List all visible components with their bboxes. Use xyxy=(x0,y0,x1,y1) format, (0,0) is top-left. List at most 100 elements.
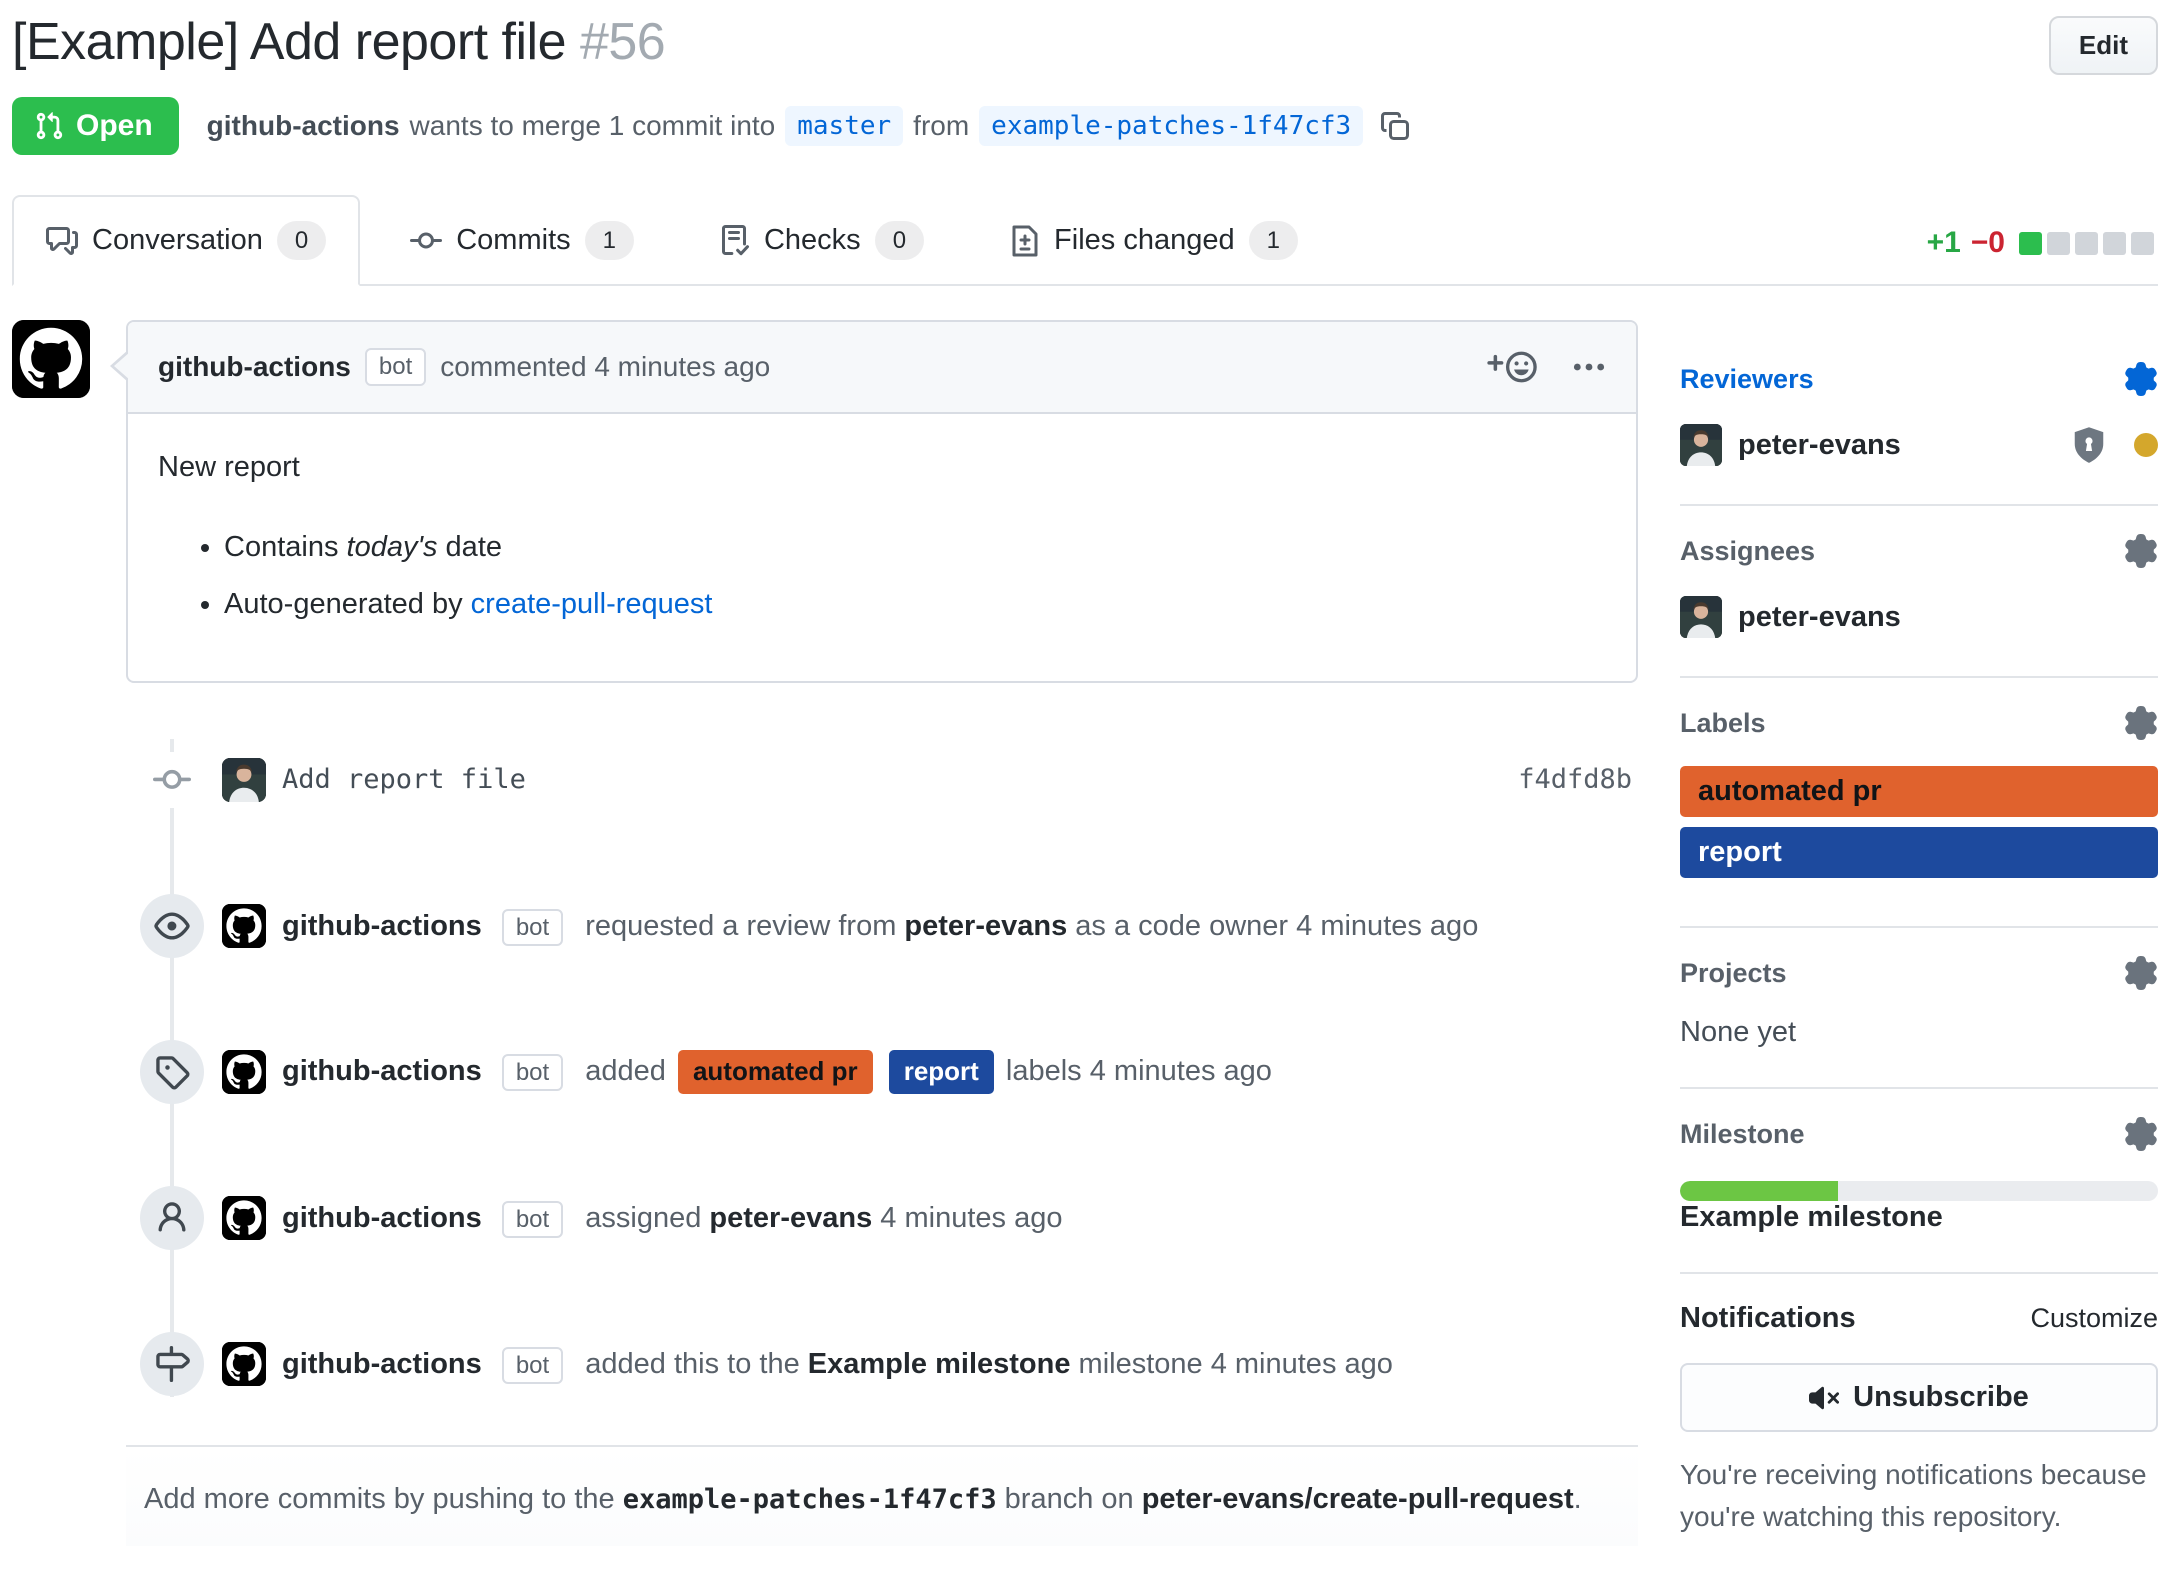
event-badge xyxy=(140,894,204,958)
diffstat-additions: +1 xyxy=(1927,226,1961,260)
avatar[interactable] xyxy=(222,1050,266,1094)
milestone-name[interactable]: Example milestone xyxy=(808,1348,1071,1380)
event-badge xyxy=(140,1332,204,1396)
add-reaction-button[interactable] xyxy=(1486,350,1538,384)
customize-link[interactable]: Customize xyxy=(2030,1303,2158,1334)
timeline-event-assigned: github-actions bot assigned peter-evans … xyxy=(12,1185,1638,1251)
pr-meta-row: Open github-actions wants to merge 1 com… xyxy=(12,97,2158,155)
avatar[interactable] xyxy=(222,904,266,948)
avatar[interactable] xyxy=(12,320,90,398)
copy-branch-button[interactable] xyxy=(1379,110,1411,142)
github-actions-avatar-icon xyxy=(12,320,90,398)
reviewer-name[interactable]: peter-evans xyxy=(1738,429,1901,462)
comment-bullets: Contains today's date Auto-generated by … xyxy=(158,526,1606,627)
event-badge xyxy=(140,1040,204,1104)
commit-row: Add report file f4dfd8b xyxy=(12,747,1638,813)
tab-conversation[interactable]: Conversation 0 xyxy=(12,195,360,286)
event-author[interactable]: github-actions xyxy=(282,1055,482,1087)
timeline-event-labels-added: github-actions bot added automated pr re… xyxy=(12,1039,1638,1105)
avatar[interactable] xyxy=(222,1342,266,1386)
main-area: github-actions bot commented 4 minutes a… xyxy=(12,320,2158,1576)
diffstat-deletions: −0 xyxy=(1971,226,2005,260)
checklist-icon xyxy=(718,225,750,257)
title-row: [Example] Add report file #56 Edit xyxy=(12,10,2158,75)
label-automated-pr[interactable]: automated pr xyxy=(1680,766,2158,817)
tab-checks[interactable]: Checks 0 xyxy=(684,195,958,286)
milestone-progress-bar xyxy=(1680,1181,2158,1201)
pull-request-page: [Example] Add report file #56 Edit Open … xyxy=(0,0,2172,1576)
bot-badge: bot xyxy=(365,348,426,386)
create-pull-request-link[interactable]: create-pull-request xyxy=(471,588,713,620)
base-branch-chip[interactable]: master xyxy=(785,106,903,146)
sidebar-section-notifications: Notifications Customize Unsubscribe You'… xyxy=(1680,1274,2158,1576)
commit-message-link[interactable]: Add report file xyxy=(282,764,1518,795)
notifications-note: You're receiving notifications because y… xyxy=(1680,1454,2158,1538)
edit-button[interactable]: Edit xyxy=(2049,16,2158,75)
pr-title-text: [Example] Add report file xyxy=(12,13,566,71)
tab-commits[interactable]: Commits 1 xyxy=(376,195,668,286)
sidebar: Reviewers peter-evans Assignees xyxy=(1680,320,2158,1576)
footer-repo-name[interactable]: peter-evans/create-pull-request xyxy=(1142,1483,1574,1515)
git-commit-icon xyxy=(410,225,442,257)
comment-header: github-actions bot commented 4 minutes a… xyxy=(128,322,1636,414)
avatar[interactable] xyxy=(1680,424,1722,466)
tab-counter: 1 xyxy=(1249,221,1298,260)
label-automated-pr[interactable]: automated pr xyxy=(678,1050,873,1094)
event-author[interactable]: github-actions xyxy=(282,1348,482,1380)
labels-heading-row[interactable]: Labels xyxy=(1680,706,2158,740)
label-report[interactable]: report xyxy=(889,1050,994,1094)
reviewers-heading: Reviewers xyxy=(1680,364,1814,395)
timeline: Add report file f4dfd8b github-actions b… xyxy=(12,747,1638,1397)
tab-counter: 1 xyxy=(585,221,634,260)
tab-counter: 0 xyxy=(875,221,924,260)
comment-options-button[interactable] xyxy=(1572,350,1606,384)
commit-sha-link[interactable]: f4dfd8b xyxy=(1518,764,1632,795)
event-author[interactable]: github-actions xyxy=(282,910,482,942)
label-report[interactable]: report xyxy=(1680,827,2158,878)
merge-author[interactable]: github-actions xyxy=(207,110,400,142)
tab-label: Commits xyxy=(456,224,570,257)
merge-description: github-actions wants to merge 1 commit i… xyxy=(207,106,1412,146)
comment-author[interactable]: github-actions xyxy=(158,351,351,383)
review-status xyxy=(2070,426,2158,464)
bot-badge: bot xyxy=(502,1201,563,1238)
github-actions-avatar-icon xyxy=(222,1342,266,1386)
gear-icon[interactable] xyxy=(2124,534,2158,568)
projects-heading-row[interactable]: Projects xyxy=(1680,956,2158,990)
reviewer-row: peter-evans xyxy=(1680,424,2158,466)
tab-files-changed[interactable]: Files changed 1 xyxy=(974,195,1332,286)
reviewer-name[interactable]: peter-evans xyxy=(904,910,1067,942)
avatar[interactable] xyxy=(222,1196,266,1240)
gear-icon[interactable] xyxy=(2124,706,2158,740)
comment-discussion-icon xyxy=(46,225,78,257)
merge-note: Add more commits by pushing to the examp… xyxy=(126,1445,1638,1546)
assignees-heading-row[interactable]: Assignees xyxy=(1680,534,2158,568)
gear-icon[interactable] xyxy=(2124,956,2158,990)
avatar[interactable] xyxy=(1680,596,1722,638)
pending-review-dot xyxy=(2134,433,2158,457)
milestone-heading-row[interactable]: Milestone xyxy=(1680,1117,2158,1151)
milestone-icon xyxy=(154,1346,190,1382)
git-commit-icon xyxy=(153,761,191,799)
assignee-name[interactable]: peter-evans xyxy=(1738,601,1901,634)
event-author[interactable]: github-actions xyxy=(282,1202,482,1234)
avatar[interactable] xyxy=(222,758,266,802)
reviewers-heading-row[interactable]: Reviewers xyxy=(1680,362,2158,396)
unsubscribe-button[interactable]: Unsubscribe xyxy=(1680,1363,2158,1432)
gear-icon[interactable] xyxy=(2124,1117,2158,1151)
labels-list: automated pr report xyxy=(1680,766,2158,878)
milestone-link[interactable]: Example milestone xyxy=(1680,1201,1943,1233)
assignee-name[interactable]: peter-evans xyxy=(709,1202,872,1234)
copy-icon xyxy=(1379,110,1411,142)
gear-icon[interactable] xyxy=(2124,362,2158,396)
comment: github-actions bot commented 4 minutes a… xyxy=(12,320,1638,683)
timeline-event-review-requested: github-actions bot requested a review fr… xyxy=(12,893,1638,959)
diffstat: +1 −0 xyxy=(1927,226,2154,284)
footer-branch-name: example-patches-1f47cf3 xyxy=(623,1484,997,1515)
pr-number: #56 xyxy=(580,13,665,71)
pr-tabs: Conversation 0 Commits 1 Checks 0 Files … xyxy=(12,195,2158,286)
head-branch-chip[interactable]: example-patches-1f47cf3 xyxy=(979,106,1363,146)
comment-bullet-2: Auto-generated by create-pull-request xyxy=(224,583,1606,627)
event-text: github-actions bot requested a review fr… xyxy=(282,905,1478,947)
comment-box: github-actions bot commented 4 minutes a… xyxy=(126,320,1638,683)
